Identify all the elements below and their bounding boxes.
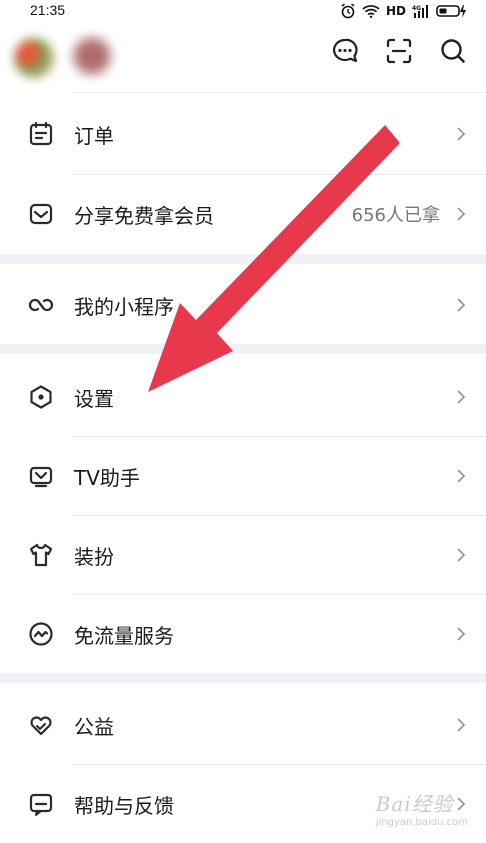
chevron-right-icon (457, 627, 466, 641)
tshirt-icon (28, 542, 54, 568)
watermark-url: jingyan.baidu.com (375, 817, 468, 828)
menu-item-label: 公益 (74, 714, 114, 739)
settings-hexagon-icon (28, 384, 54, 410)
menu-item-label: 免流量服务 (74, 623, 174, 648)
menu-item-settings[interactable]: 设置 (0, 358, 486, 436)
svg-text:4G: 4G (412, 5, 421, 12)
status-time: 21:35 (30, 2, 66, 18)
header (0, 24, 486, 94)
scan-button[interactable] (384, 36, 414, 66)
avatar-secondary[interactable] (72, 36, 112, 76)
heart-hand-icon (28, 712, 54, 738)
chevron-right-icon (457, 207, 466, 221)
share-gift-icon (28, 201, 54, 227)
tv-icon (28, 463, 54, 489)
chevron-right-icon (457, 390, 466, 404)
avatar[interactable] (14, 38, 54, 78)
menu-item-label: 分享免费拿会员 (74, 203, 214, 228)
chat-bubble-icon (333, 38, 358, 63)
menu-item-label: 装扮 (74, 544, 114, 569)
chevron-right-icon (457, 298, 466, 312)
chevron-right-icon (457, 127, 466, 141)
menu-item-outfit[interactable]: 装扮 (0, 516, 486, 594)
section-gap (0, 254, 486, 264)
watermark-brand: Bai经验 (375, 792, 454, 816)
menu-item-label: 设置 (74, 386, 114, 411)
status-icons: HD 4G (340, 3, 468, 19)
scan-icon (386, 38, 412, 64)
share-count: 656人已拿 (351, 205, 440, 226)
menu-item-share[interactable]: 分享免费拿会员 656人已拿 (0, 175, 486, 253)
divider (72, 92, 486, 93)
order-icon (28, 121, 54, 147)
wifi-icon (362, 5, 380, 18)
message-button[interactable] (330, 36, 360, 66)
menu-item-free-data[interactable]: 免流量服务 (0, 595, 486, 673)
section-gap (0, 344, 486, 354)
chevron-right-icon (457, 469, 466, 483)
chevron-right-icon (457, 548, 466, 562)
feedback-icon (28, 791, 54, 817)
mini-program-icon (28, 292, 54, 318)
header-actions (330, 36, 468, 66)
menu-item-label: 订单 (74, 123, 114, 148)
menu-item-tv-assistant[interactable]: TV助手 (0, 437, 486, 515)
menu-item-charity[interactable]: 公益 (0, 686, 486, 764)
battery-icon (436, 5, 466, 18)
menu-item-label: TV助手 (74, 465, 140, 490)
menu-item-label: 我的小程序 (74, 294, 174, 319)
data-wave-icon (28, 621, 54, 647)
chevron-right-icon (457, 718, 466, 732)
section-gap (0, 673, 486, 683)
network-hd-label: HD (385, 4, 406, 18)
signal-icon: 4G (412, 5, 428, 18)
status-bar: 21:35 HD 4G (0, 0, 486, 24)
menu-item-mini-programs[interactable]: 我的小程序 (0, 266, 486, 344)
search-button[interactable] (438, 36, 468, 66)
menu-item-label: 帮助与反馈 (74, 793, 174, 818)
watermark: Bai经验 jingyan.baidu.com (376, 788, 468, 828)
search-icon (441, 39, 465, 63)
alarm-icon (341, 3, 355, 19)
menu-item-order[interactable]: 订单 (0, 95, 486, 173)
